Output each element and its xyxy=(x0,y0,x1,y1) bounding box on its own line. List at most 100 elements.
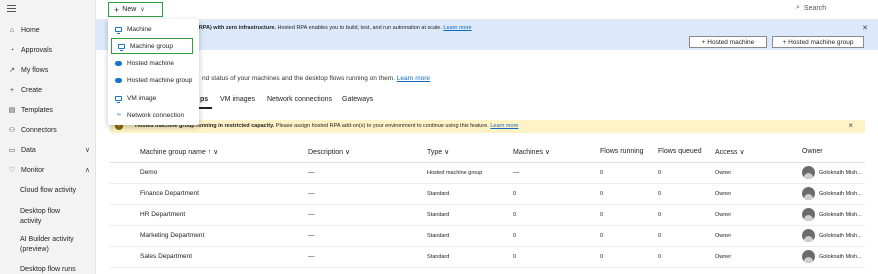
table-row[interactable]: Sales Department — Standard 0 0 0 Owner … xyxy=(110,247,865,268)
avatar xyxy=(802,229,815,242)
cell-machines: 0 xyxy=(513,233,517,239)
avatar xyxy=(802,166,815,179)
nav-label: Home xyxy=(21,26,40,34)
cell-flows-running: 0 xyxy=(600,191,604,197)
cell-name[interactable]: Finance Department xyxy=(140,190,199,197)
cell-machines: — xyxy=(513,169,520,176)
description-learn-more-link[interactable]: Learn more xyxy=(397,75,430,82)
cell-flows-running: 0 xyxy=(600,233,604,239)
chevron-down-icon: ∨ xyxy=(140,7,145,13)
nav-templates[interactable]: ▤ Templates xyxy=(0,101,96,119)
cell-description: — xyxy=(308,253,315,260)
table-row[interactable]: Demo — Hosted machine group — 0 0 Owner … xyxy=(110,163,865,184)
connectors-icon: ⚇ xyxy=(8,127,16,134)
search-box[interactable]: ⌕ Search xyxy=(796,4,826,12)
menu-item-machine[interactable]: Machine xyxy=(108,21,199,37)
nav-connectors[interactable]: ⚇ Connectors xyxy=(0,121,96,139)
flows-icon: ↗ xyxy=(9,67,15,74)
warning-body-text: Please assign hosted RPA add-on(s) to yo… xyxy=(274,123,489,129)
search-icon: ⌕ xyxy=(796,4,800,11)
banner-body-text: Hosted RPA enables you to build, test, a… xyxy=(275,25,442,31)
menu-item-hosted-machine-group[interactable]: Hosted machine group xyxy=(108,72,199,88)
table-row[interactable]: Marketing Department — Standard 0 0 0 Ow… xyxy=(110,226,865,247)
nav-label: My flows xyxy=(21,66,49,74)
nav-desktop-flow-runs[interactable]: Desktop flow runs xyxy=(20,265,92,274)
column-header-description[interactable]: Description ∨ xyxy=(308,148,350,156)
cell-access: Owner xyxy=(715,191,732,197)
nav-approvals[interactable]: ◔ Approvals xyxy=(0,41,96,59)
network-connection-icon: ‹·› xyxy=(117,112,121,118)
column-header-machine-group-name[interactable]: Machine group name ↑ ∨ xyxy=(140,148,218,156)
owner-name: Goloknath Mish... xyxy=(819,253,862,260)
nav-home[interactable]: ⌂ Home xyxy=(0,21,96,39)
tab-network-connections[interactable]: Network connections xyxy=(267,96,332,103)
nav-monitor[interactable]: ♡ Monitor ∧ xyxy=(0,161,96,179)
cell-flows-running: 0 xyxy=(600,254,604,260)
hosted-machine-icon xyxy=(115,60,122,67)
add-hosted-machine-button[interactable]: + Hosted machine xyxy=(689,36,767,48)
cell-name[interactable]: Sales Department xyxy=(140,253,192,260)
nav-label: Connectors xyxy=(21,126,57,134)
cell-flows-running: 0 xyxy=(600,212,604,218)
cell-machines: 0 xyxy=(513,212,517,218)
warning-learn-more-link[interactable]: Learn more xyxy=(490,123,518,129)
cell-name[interactable]: HR Department xyxy=(140,211,185,218)
new-dropdown-menu: Machine Machine group Hosted machine Hos… xyxy=(108,19,199,125)
cell-name[interactable]: Marketing Department xyxy=(140,232,204,239)
tab-machine-groups[interactable]: ps xyxy=(200,96,208,103)
cell-owner: Goloknath Mish... xyxy=(802,208,862,221)
cell-access: Owner xyxy=(715,254,732,260)
column-header-access[interactable]: Access ∨ xyxy=(715,148,745,156)
machine-group-icon xyxy=(118,43,125,51)
cell-flows-queued: 0 xyxy=(658,254,662,260)
add-hosted-machine-group-button[interactable]: + Hosted machine group xyxy=(772,36,864,48)
cell-description: — xyxy=(308,211,315,218)
menu-item-machine-group[interactable]: Machine group xyxy=(111,38,193,54)
table-row[interactable]: Finance Department — Standard 0 0 0 Owne… xyxy=(110,184,865,205)
nav-label: Approvals xyxy=(21,46,53,54)
tab-gateways[interactable]: Gateways xyxy=(342,96,373,103)
nav-my-flows[interactable]: ↗ My flows xyxy=(0,61,96,79)
cell-type: Standard xyxy=(427,233,450,239)
plus-icon: + xyxy=(9,86,15,94)
cell-description: — xyxy=(308,169,315,176)
nav-create[interactable]: + Create xyxy=(0,81,96,99)
sub-label-line2: activity xyxy=(20,218,42,225)
cell-name[interactable]: Demo xyxy=(140,169,157,176)
nav-data[interactable]: ▭ Data ∨ xyxy=(0,141,96,159)
close-icon[interactable]: × xyxy=(848,121,853,130)
cell-access: Owner xyxy=(715,212,732,218)
column-header-machines[interactable]: Machines ∨ xyxy=(513,148,550,156)
avatar xyxy=(802,250,815,263)
menu-item-vm-image[interactable]: VM image xyxy=(108,90,199,106)
nav-desktop-flow-activity[interactable]: Desktop flow activity xyxy=(20,207,92,227)
nav-cloud-flow-activity[interactable]: Cloud flow activity xyxy=(20,186,92,196)
home-icon: ⌂ xyxy=(9,26,15,34)
menu-item-hosted-machine[interactable]: Hosted machine xyxy=(108,55,199,71)
table-row[interactable]: HR Department — Standard 0 0 0 Owner Gol… xyxy=(110,205,865,226)
menu-item-label: Hosted machine group xyxy=(127,76,193,84)
owner-name: Goloknath Mish... xyxy=(819,211,862,218)
banner-text: omation (RPA) with zero infrastructure. … xyxy=(174,25,472,31)
close-icon[interactable]: ✕ xyxy=(862,24,868,32)
nav-ai-builder-activity[interactable]: AI Builder activity (preview) xyxy=(20,235,92,255)
menu-item-network-connection[interactable]: ‹·› Network connection xyxy=(108,107,199,123)
plus-icon: + xyxy=(114,4,120,15)
new-button[interactable]: + New ∨ xyxy=(108,2,163,17)
tab-vm-images[interactable]: VM images xyxy=(220,96,255,103)
menu-item-label: Machine group xyxy=(130,42,173,50)
hosted-machine-group-icon xyxy=(115,77,122,84)
machine-icon xyxy=(115,26,122,34)
sub-label: Cloud flow activity xyxy=(20,187,77,194)
sub-label: AI Builder activity xyxy=(20,236,74,243)
banner-learn-more-link[interactable]: Learn more xyxy=(443,25,471,31)
sub-label-line2: (preview) xyxy=(20,246,49,253)
vm-image-icon xyxy=(115,95,122,103)
cell-owner: Goloknath Mish... xyxy=(802,166,862,179)
cell-type: Standard xyxy=(427,254,450,260)
cell-description: — xyxy=(308,232,315,239)
sub-label: Desktop flow xyxy=(20,208,61,215)
cell-type: Hosted machine group xyxy=(427,170,483,176)
column-header-type[interactable]: Type ∨ xyxy=(427,148,449,156)
hamburger-menu-icon[interactable] xyxy=(7,5,16,14)
